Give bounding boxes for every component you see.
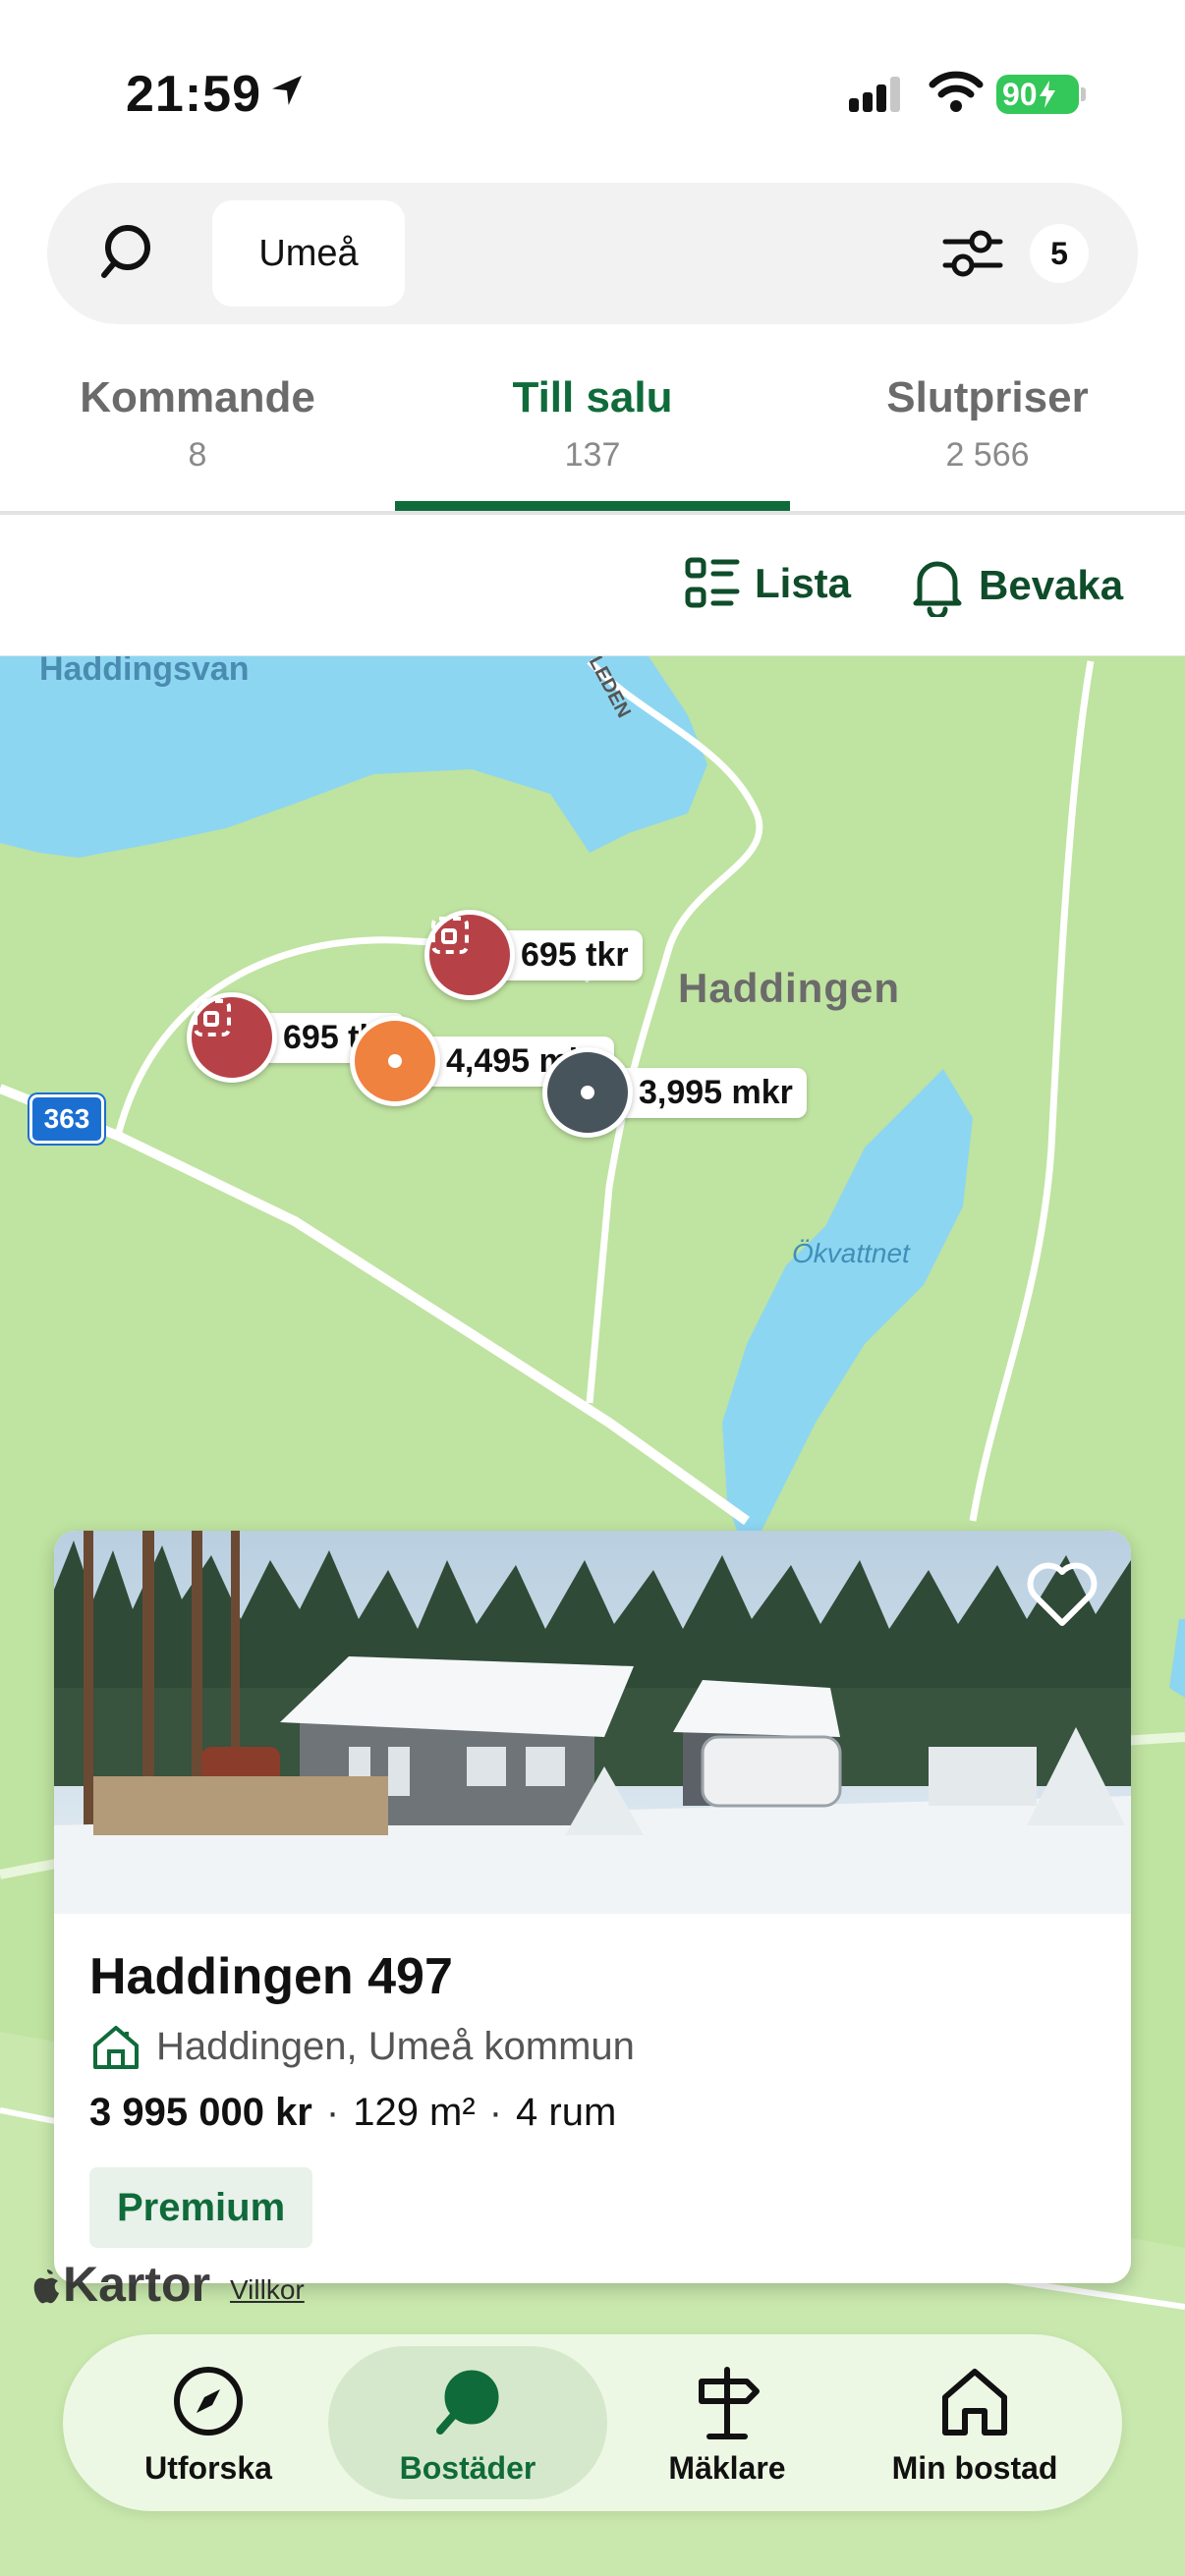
- listing-rooms: 4 rum: [516, 2091, 617, 2134]
- tab-count: 2 566: [945, 436, 1030, 474]
- nav-label: Min bostad: [891, 2450, 1058, 2486]
- house-outline-icon: [93, 2026, 139, 2069]
- nav-label: Mäklare: [668, 2450, 786, 2486]
- watch-label: Bevaka: [979, 562, 1124, 608]
- listing-photo: [54, 1531, 1131, 1914]
- tab-count: 8: [188, 436, 207, 474]
- dot-center: [581, 1086, 594, 1099]
- premium-badge: Premium: [89, 2167, 313, 2248]
- signpost-icon: [699, 2367, 760, 2439]
- tab-count: 137: [564, 436, 621, 474]
- dot-center: [388, 1054, 402, 1068]
- wifi-icon: [929, 71, 984, 112]
- house-dot-icon: [542, 1047, 633, 1138]
- tab-label: Till salu: [512, 373, 673, 421]
- tab-label: Kommande: [80, 373, 315, 421]
- pin-price: 695 tkr: [495, 929, 643, 980]
- watch-button[interactable]: Bevaka: [910, 554, 1123, 617]
- road-363: [0, 1084, 750, 1526]
- list-view-button[interactable]: Lista: [684, 554, 851, 613]
- listing-location: Haddingen, Umeå kommun: [89, 2022, 635, 2071]
- listing-location-text: Haddingen, Umeå kommun: [156, 2024, 635, 2068]
- listing-title: Haddingen 497: [89, 1948, 453, 2005]
- road-east: [969, 660, 1095, 1522]
- listing-area: 129 m²: [353, 2091, 476, 2134]
- location-arrow-icon: [272, 76, 302, 105]
- nav-maklare[interactable]: Mäklare: [609, 2334, 845, 2511]
- map-actions-bar: Lista Bevaka: [0, 515, 1185, 656]
- map-label-okvattnet: Ökvattnet: [792, 1238, 910, 1268]
- search-bar[interactable]: Umeå 5: [47, 183, 1138, 324]
- maps-attribution-label: Kartor: [63, 2257, 211, 2312]
- map-label-haddingen: Haddingen: [678, 965, 900, 1011]
- tab-label: Slutpriser: [886, 373, 1089, 421]
- bell-icon: [913, 561, 962, 617]
- tab-kommande[interactable]: Kommande 8: [0, 364, 395, 475]
- nav-label: Utforska: [144, 2450, 272, 2486]
- nav-bostader[interactable]: Bostäder: [328, 2346, 607, 2499]
- map-label-top-cut: Haddingsvan: [39, 656, 250, 688]
- map-pin-house-2[interactable]: 3,995 mkr: [542, 1047, 807, 1138]
- list-view-label: Lista: [755, 560, 852, 606]
- location-chip[interactable]: Umeå: [212, 200, 405, 307]
- listing-tabs: Kommande 8 Till salu 137 Slutpriser 2 56…: [0, 364, 1185, 511]
- active-tab-indicator: [395, 501, 790, 511]
- tab-till-salu[interactable]: Till salu 137: [395, 364, 790, 475]
- listing-card[interactable]: Haddingen 497 Haddingen, Umeå kommun 3 9…: [54, 1531, 1131, 2283]
- search-icon[interactable]: [96, 218, 165, 287]
- battery-indicator: 90: [996, 75, 1079, 114]
- favorite-heart-icon[interactable]: [1025, 1560, 1100, 1629]
- apple-logo-icon: [33, 2269, 59, 2304]
- pin-price: 3,995 mkr: [613, 1067, 807, 1118]
- house-dot-icon: [350, 1016, 440, 1106]
- compass-icon: [174, 2367, 243, 2436]
- status-time: 21:59: [126, 66, 261, 123]
- map-pin-plot-1[interactable]: 695 tkr: [424, 910, 643, 1000]
- bottom-navigation: Utforska Bostäder Mäklare Min bostad: [63, 2334, 1122, 2511]
- road-number-sign: 363: [29, 1094, 104, 1144]
- separator-dot: ·: [325, 2091, 340, 2134]
- battery-tip: [1081, 87, 1086, 101]
- list-icon: [685, 557, 740, 608]
- water-edge: [1169, 1619, 1185, 1698]
- home-icon: [942, 2369, 1007, 2436]
- battery-level: 90: [1002, 76, 1038, 112]
- plot-icon: [187, 992, 277, 1083]
- nav-label: Bostäder: [399, 2450, 536, 2486]
- listing-facts: 3 995 000 kr · 129 m² · 4 rum: [89, 2091, 616, 2135]
- search-icon: [436, 2370, 499, 2435]
- filter-sliders-icon[interactable]: [941, 224, 1004, 283]
- cellular-signal-icon: [849, 77, 900, 112]
- listing-price: 3 995 000 kr: [89, 2091, 312, 2134]
- plot-icon: [424, 910, 515, 1000]
- separator-dot: ·: [488, 2091, 503, 2134]
- charging-bolt-icon: [1039, 81, 1055, 108]
- status-bar: 21:59 90: [0, 0, 1185, 177]
- filter-count-badge[interactable]: 5: [1030, 224, 1089, 283]
- lake-okvattnet: [722, 1069, 973, 1560]
- maps-attribution: Kartor: [29, 2256, 210, 2313]
- tab-slutpriser[interactable]: Slutpriser 2 566: [790, 364, 1185, 475]
- nav-utforska[interactable]: Utforska: [90, 2334, 326, 2511]
- nav-min-bostad[interactable]: Min bostad: [857, 2334, 1093, 2511]
- map-terms-link[interactable]: Villkor: [230, 2274, 305, 2306]
